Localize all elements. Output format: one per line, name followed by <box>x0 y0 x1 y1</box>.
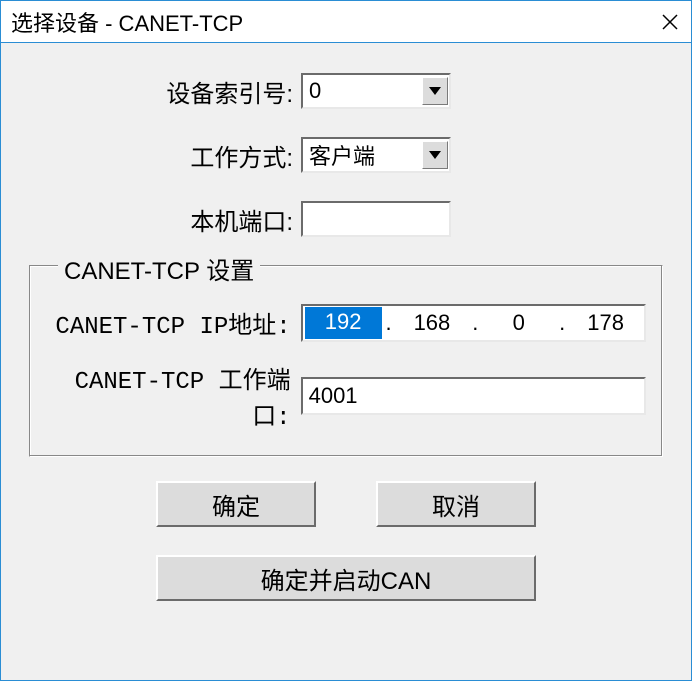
close-icon <box>661 13 679 31</box>
close-button[interactable] <box>639 13 679 31</box>
dialog-window: 选择设备 - CANET-TCP 设备索引号: 0 工作方式: 客户端 <box>0 0 692 681</box>
groupbox-title: CANET-TCP 设置 <box>58 251 260 286</box>
cancel-button[interactable]: 取消 <box>376 481 536 527</box>
ip-dot: . <box>384 310 394 336</box>
local-port-input[interactable] <box>301 201 451 237</box>
device-index-dropdown-button[interactable] <box>422 77 448 105</box>
label-device-index: 设备索引号: <box>21 74 301 109</box>
window-title: 选择设备 - CANET-TCP <box>11 6 639 38</box>
ip-octet-3[interactable]: 0 <box>480 310 557 336</box>
work-mode-combo[interactable]: 客户端 <box>301 137 451 173</box>
label-ip: CANET-TCP IP地址: <box>46 305 301 341</box>
ok-start-can-button[interactable]: 确定并启动CAN <box>156 555 536 601</box>
work-mode-value: 客户端 <box>309 139 422 171</box>
label-work-mode: 工作方式: <box>21 138 301 173</box>
ip-address-input[interactable]: 192 . 168 . 0 . 178 <box>301 304 646 342</box>
work-port-input[interactable]: 4001 <box>301 377 646 415</box>
row-local-port: 本机端口: <box>21 201 671 237</box>
canet-tcp-groupbox: CANET-TCP 设置 CANET-TCP IP地址: 192 . 168 .… <box>29 265 663 457</box>
ip-dot: . <box>557 310 567 336</box>
ip-octet-4[interactable]: 178 <box>567 310 644 336</box>
button-row: 确定 取消 <box>21 481 671 527</box>
row-work-mode: 工作方式: 客户端 <box>21 137 671 173</box>
device-index-value: 0 <box>309 78 422 104</box>
chevron-down-icon <box>429 87 441 95</box>
row-device-index: 设备索引号: 0 <box>21 73 671 109</box>
chevron-down-icon <box>429 151 441 159</box>
client-area: 设备索引号: 0 工作方式: 客户端 本机端口: CANET-TCP 设置 <box>1 43 691 680</box>
ip-octet-1[interactable]: 192 <box>305 307 382 339</box>
ip-octet-2[interactable]: 168 <box>394 310 471 336</box>
row-ip: CANET-TCP IP地址: 192 . 168 . 0 . 178 <box>46 304 646 342</box>
ip-dot: . <box>470 310 480 336</box>
row-port: CANET-TCP 工作端口: 4001 <box>46 360 646 432</box>
label-local-port: 本机端口: <box>21 202 301 237</box>
label-port: CANET-TCP 工作端口: <box>46 360 301 432</box>
device-index-combo[interactable]: 0 <box>301 73 451 109</box>
titlebar: 选择设备 - CANET-TCP <box>1 1 691 43</box>
ok-button[interactable]: 确定 <box>156 481 316 527</box>
work-mode-dropdown-button[interactable] <box>422 141 448 169</box>
